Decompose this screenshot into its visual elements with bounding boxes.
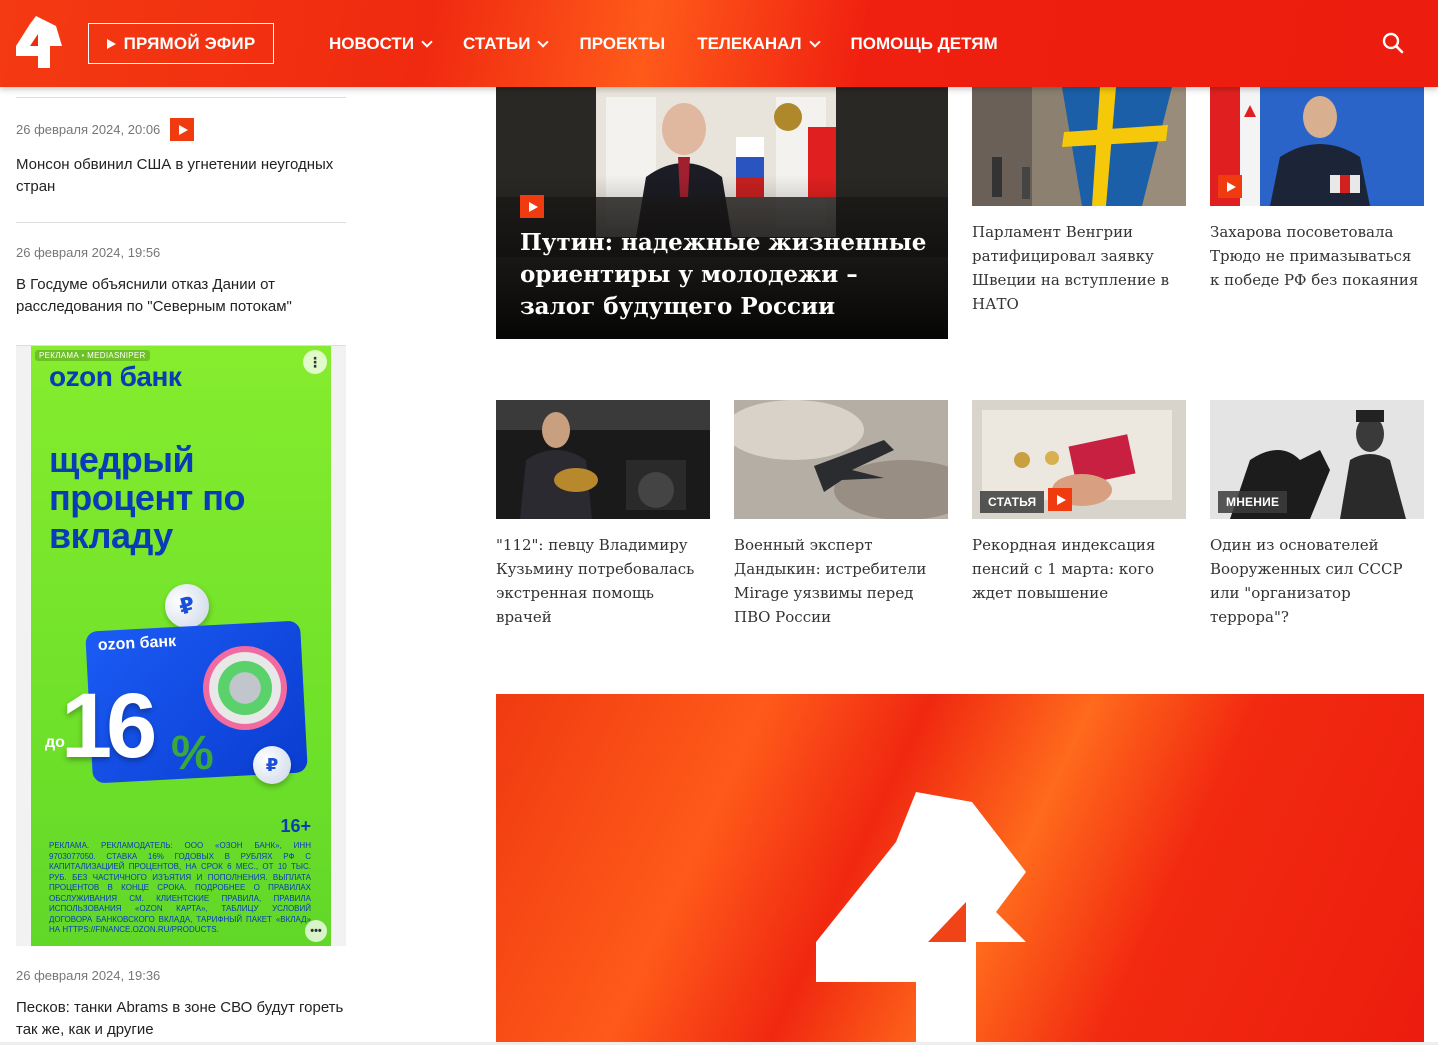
news-date: 26 февраля 2024, 19:56 [16, 245, 161, 260]
nav-item-tv-channel[interactable]: ТЕЛЕКАНАЛ [697, 33, 821, 54]
article-thumbnail [496, 400, 710, 519]
chevron-down-icon [808, 35, 821, 48]
live-stream-label: ПРЯМОЙ ЭФИР [123, 33, 256, 53]
news-title[interactable]: Монсон обвинил США в угнетении неугодных… [16, 154, 346, 198]
ruble-coin-icon: ₽ [253, 746, 291, 784]
hero-title[interactable]: Путин: надежные жизненные ориентиры у мо… [520, 227, 930, 323]
news-date-row: 26 февраля 2024, 20:06 [16, 118, 346, 141]
nav-item-label: ТЕЛЕКАНАЛ [697, 33, 802, 53]
category-badge: СТАТЬЯ [980, 491, 1045, 513]
ad-headline: щедрый процент по вкладу [49, 439, 246, 556]
concert-photo [496, 400, 710, 519]
search-icon[interactable] [1382, 32, 1404, 54]
article-title[interactable]: Один из основателей Вооруженных сил СССР… [1210, 533, 1424, 629]
ren-tv-logo [816, 792, 1026, 1045]
nav-item-projects[interactable]: ПРОЕКТЫ [579, 34, 665, 54]
article-card[interactable]: СТАТЬЯ Рекордная индексация пенсий с 1 м… [972, 400, 1186, 605]
ren-tv-logo[interactable] [16, 16, 62, 68]
nav-item-label: ПОМОЩЬ ДЕТЯМ [850, 33, 998, 53]
video-play-icon [520, 195, 544, 218]
play-icon [106, 38, 116, 49]
chevron-down-icon [421, 35, 433, 48]
article-title[interactable]: Парламент Венгрии ратифицировал заявку Ш… [972, 220, 1186, 316]
canada-photo [1210, 87, 1424, 206]
list-item[interactable]: 26 февраля 2024, 19:56 В Госдуме объясни… [16, 222, 346, 318]
sweden-flag-photo [972, 87, 1186, 206]
video-play-icon [170, 118, 195, 141]
article-title[interactable]: Военный эксперт Дандыкин: истребители Mi… [734, 533, 948, 629]
article-thumbnail: МНЕНИЕ [1210, 400, 1424, 519]
safe-dial-icon [203, 646, 287, 730]
category-badge: МНЕНИЕ [1218, 491, 1288, 513]
chevron-down-icon [537, 35, 550, 48]
ad-age-rating: 16+ [280, 816, 311, 836]
ad-menu-icon[interactable]: ⋮ [303, 350, 327, 374]
news-date-row: 26 февраля 2024, 19:56 [16, 245, 346, 260]
news-date: 26 февраля 2024, 19:36 [16, 968, 161, 983]
live-stream-button[interactable]: ПРЯМОЙ ЭФИР [88, 23, 274, 64]
nav-item-label: ПРОЕКТЫ [579, 33, 666, 53]
ad-label: РЕКЛАМА • MEDIASNIPER [35, 350, 150, 361]
article-card[interactable]: Парламент Венгрии ратифицировал заявку Ш… [972, 87, 1186, 316]
ad-rate: 16 [61, 675, 157, 777]
advertisement[interactable]: РЕКЛАМА • MEDIASNIPER ⋮ ozon банк щедрый… [16, 345, 346, 946]
news-title[interactable]: Песков: танки Abrams в зоне СВО будут го… [16, 997, 346, 1041]
article-thumbnail [972, 87, 1186, 206]
ad-legal-text: РЕКЛАМА. РЕКЛАМОДАТЕЛЬ: ООО «ОЗОН БАНК»,… [49, 841, 311, 934]
nav-item-label: НОВОСТИ [329, 33, 415, 53]
list-item[interactable]: 26 февраля 2024, 19:36 Песков: танки Abr… [16, 946, 346, 1041]
article-card[interactable]: "112": певцу Владимиру Кузьмину потребов… [496, 400, 710, 629]
article-thumbnail: СТАТЬЯ [972, 400, 1186, 519]
ad-percent-sign: % [171, 727, 214, 780]
card-brand: ozon банк [97, 633, 177, 655]
nav-item-articles[interactable]: СТАТЬИ [463, 33, 550, 54]
main-nav: НОВОСТИ СТАТЬИ ПРОЕКТЫ ТЕЛЕКАНАЛ ПОМОЩЬ … [329, 0, 1030, 87]
article-title[interactable]: Захарова посоветовала Трюдо не примазыва… [1210, 220, 1424, 292]
video-play-icon [1218, 175, 1242, 198]
news-date: 26 февраля 2024, 20:06 [16, 122, 161, 137]
site-header: ПРЯМОЙ ЭФИР НОВОСТИ СТАТЬИ ПРОЕКТЫ ТЕЛЕК… [0, 0, 1438, 87]
fighter-jet-photo [734, 400, 948, 519]
nav-item-news[interactable]: НОВОСТИ [329, 33, 433, 54]
article-title[interactable]: Рекордная индексация пенсий с 1 марта: к… [972, 533, 1186, 605]
ad-brand: ozon банк [49, 361, 182, 392]
promo-banner[interactable] [496, 694, 1424, 1045]
list-item[interactable]: 26 февраля 2024, 20:06 Монсон обвинил СШ… [16, 97, 346, 198]
hero-article[interactable]: Путин: надежные жизненные ориентиры у мо… [496, 87, 948, 339]
nav-item-help-children[interactable]: ПОМОЩЬ ДЕТЯМ [851, 34, 998, 54]
article-thumbnail [1210, 87, 1424, 206]
more-icon[interactable]: ••• [305, 920, 327, 942]
video-play-icon [1048, 488, 1072, 511]
article-card[interactable]: МНЕНИЕ Один из основателей Вооруженных с… [1210, 400, 1424, 629]
news-date-row: 26 февраля 2024, 19:36 [16, 968, 346, 983]
nav-item-label: СТАТЬИ [463, 33, 531, 53]
article-title[interactable]: "112": певцу Владимиру Кузьмину потребов… [496, 533, 710, 629]
ad-banner[interactable]: РЕКЛАМА • MEDIASNIPER ⋮ ozon банк щедрый… [31, 346, 331, 946]
article-card[interactable]: Захарова посоветовала Трюдо не примазыва… [1210, 87, 1424, 292]
article-thumbnail [734, 400, 948, 519]
news-title[interactable]: В Госдуме объяснили отказ Дании от рассл… [16, 274, 346, 318]
article-card[interactable]: Военный эксперт Дандыкин: истребители Mi… [734, 400, 948, 629]
